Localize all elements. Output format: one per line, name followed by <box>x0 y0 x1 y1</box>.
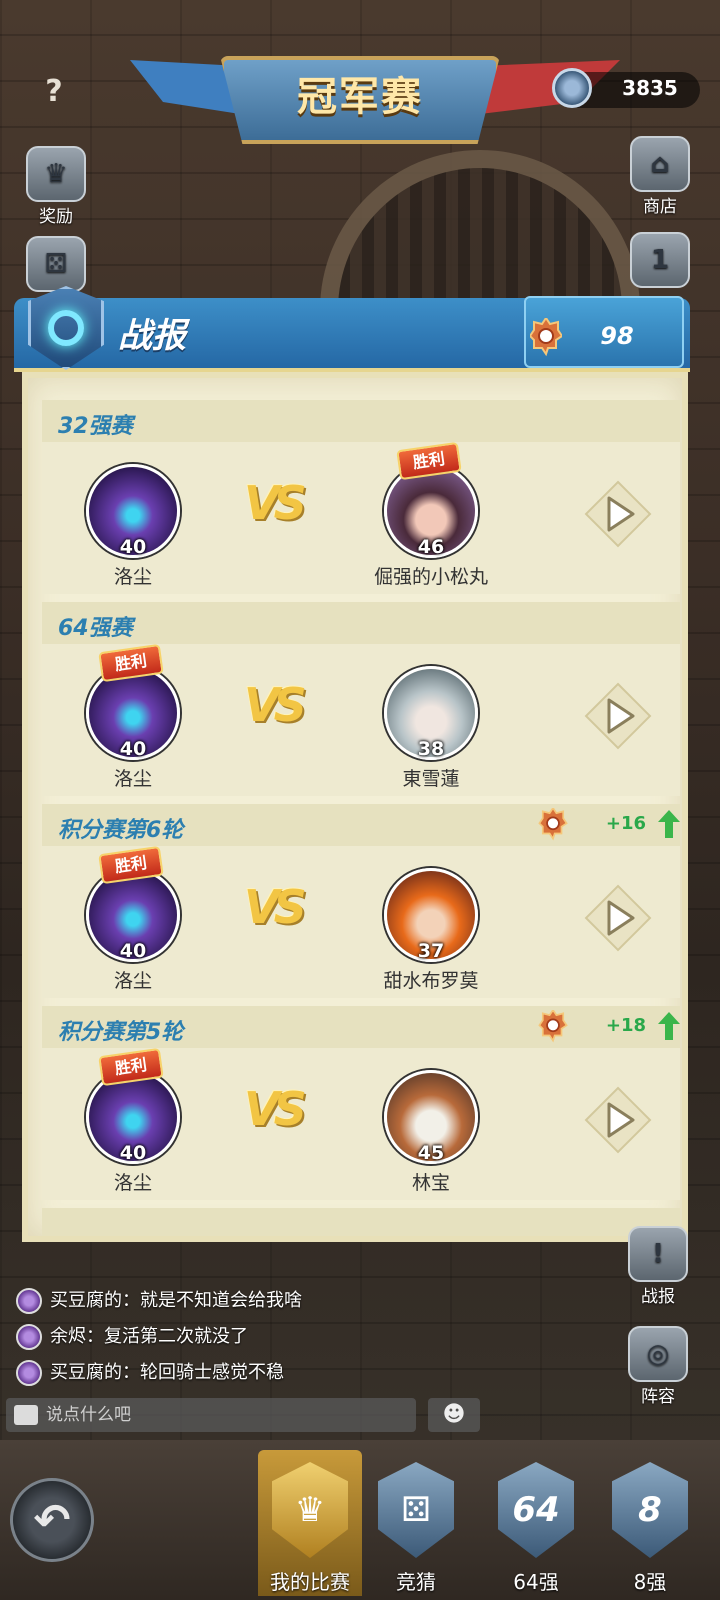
player-name: 洛尘 <box>113 1172 152 1194</box>
battle-report-list[interactable]: 32强赛 40 洛尘 VS 胜利 46 倔强的小松丸 64强赛 胜利 40 洛尘… <box>22 372 688 1242</box>
reward-crown-icon: ♛ <box>26 146 86 202</box>
page-title: 冠军赛 <box>297 74 423 120</box>
tab-top8[interactable]: 8 8强 <box>598 1450 702 1596</box>
medal-icon <box>538 1010 568 1043</box>
battle-report-button[interactable]: ! 战报 <box>618 1226 698 1307</box>
match-body: 40 洛尘 VS 胜利 46 倔强的小松丸 <box>42 441 680 594</box>
player-name: 洛尘 <box>113 768 152 790</box>
replay-play-icon[interactable] <box>584 1086 652 1154</box>
emoji-button[interactable]: ☻ <box>428 1398 480 1432</box>
match-body: 胜利 40 洛尘 VS 45 林宝 <box>42 1047 680 1200</box>
leaderboard-button[interactable]: 1 <box>622 232 698 288</box>
player-level: 40 <box>119 940 147 962</box>
chat-input[interactable]: 说点什么吧 <box>6 1398 416 1432</box>
opponent-name: 倔强的小松丸 <box>373 566 488 588</box>
match-body: 胜利 40 洛尘 VS 37 甜水布罗莫 <box>42 845 680 998</box>
vs-label: VS <box>244 1082 307 1136</box>
chat-avatar <box>16 1360 42 1386</box>
lineup-icon: ◎ <box>628 1326 688 1382</box>
lineup-label: 阵容 <box>641 1387 675 1407</box>
player-level: 40 <box>119 536 147 558</box>
tab-top64[interactable]: 64 64强 <box>484 1450 588 1596</box>
round-title: 64强赛 <box>58 616 133 641</box>
opponent-level: 46 <box>417 536 445 558</box>
panel-title: 战报 <box>118 316 186 356</box>
opponent-level: 38 <box>417 738 445 760</box>
chat-avatar <box>16 1324 42 1350</box>
shop-label: 商店 <box>643 197 677 217</box>
opponent-name: 林宝 <box>411 1172 450 1194</box>
chat-message: 买豆腐的：就是不知道会给我啥 <box>16 1286 302 1316</box>
match-card: 积分赛第5轮 +18 胜利 40 洛尘 VS 45 林宝 <box>42 1006 680 1202</box>
reward-button[interactable]: ♛ 奖励 <box>20 146 92 227</box>
tab-label: 竞猜 <box>396 1570 436 1594</box>
match-card-partial <box>42 1208 680 1236</box>
round-title: 32强赛 <box>58 414 133 439</box>
opponent-name: 甜水布罗莫 <box>383 970 479 992</box>
match-header: 64强赛 <box>42 602 680 644</box>
match-header: 积分赛第5轮 +18 <box>42 1006 680 1048</box>
player-name: 洛尘 <box>113 566 152 588</box>
tab-label: 我的比赛 <box>270 1570 350 1594</box>
top64-icon: 64 <box>498 1462 574 1558</box>
match-header <box>42 1208 680 1236</box>
vs-label: VS <box>244 678 307 732</box>
medal-icon <box>530 318 562 357</box>
chat-message: 余烬：复活第二次就没了 <box>16 1322 248 1352</box>
leaderboard-icon: 1 <box>630 232 690 288</box>
score-delta: +16 <box>605 813 646 834</box>
shop-icon: ⌂ <box>630 136 690 192</box>
chat-message: 买豆腐的：轮回骑士感觉不稳 <box>16 1358 284 1388</box>
tab-my-matches[interactable]: ♛ 我的比赛 <box>258 1450 362 1596</box>
coin-icon <box>552 68 592 108</box>
opponent-name: 東雪蓮 <box>402 768 460 790</box>
round-title: 积分赛第5轮 <box>58 1020 184 1045</box>
shop-button[interactable]: ⌂ 商店 <box>622 136 698 217</box>
score-value: 98 <box>600 322 634 350</box>
top8-icon: 8 <box>612 1462 688 1558</box>
opponent-level: 37 <box>417 940 445 962</box>
vs-label: VS <box>244 880 307 934</box>
player-level: 40 <box>119 1142 147 1164</box>
match-card: 64强赛 胜利 40 洛尘 VS 38 東雪蓮 <box>42 602 680 798</box>
match-body: 胜利 40 洛尘 VS 38 東雪蓮 <box>42 643 680 796</box>
match-header: 积分赛第6轮 +16 <box>42 804 680 846</box>
help-icon[interactable]: ? <box>34 72 74 112</box>
chat-bubble-icon <box>14 1405 38 1425</box>
tab-label: 64强 <box>513 1570 559 1594</box>
battle-report-icon: ! <box>628 1226 688 1282</box>
tab-label: 8强 <box>633 1570 667 1594</box>
tab-betting[interactable]: ⚄ 竞猜 <box>364 1450 468 1596</box>
score-delta: +18 <box>605 1015 646 1036</box>
chat-avatar <box>16 1288 42 1314</box>
match-card: 32强赛 40 洛尘 VS 胜利 46 倔强的小松丸 <box>42 400 680 596</box>
up-arrow-icon <box>658 1012 680 1040</box>
match-card: 积分赛第6轮 +16 胜利 40 洛尘 VS 37 甜水布罗莫 <box>42 804 680 1000</box>
smiley-icon: ☻ <box>442 1402 466 1427</box>
up-arrow-icon <box>658 810 680 838</box>
trophy-icon: ♛ <box>272 1462 348 1558</box>
back-arrow-icon[interactable]: ↶ <box>10 1478 94 1562</box>
match-header: 32强赛 <box>42 400 680 442</box>
dice-icon: ⚄ <box>378 1462 454 1558</box>
opponent-level: 45 <box>417 1142 445 1164</box>
replay-play-icon[interactable] <box>584 884 652 952</box>
round-title: 积分赛第6轮 <box>58 818 184 843</box>
battle-report-emblem-icon <box>20 276 112 376</box>
reward-label: 奖励 <box>39 207 73 227</box>
lineup-button[interactable]: ◎ 阵容 <box>618 1326 698 1407</box>
replay-play-icon[interactable] <box>584 682 652 750</box>
player-level: 40 <box>119 738 147 760</box>
coin-value: 3835 <box>622 76 678 100</box>
replay-play-icon[interactable] <box>584 480 652 548</box>
player-name: 洛尘 <box>113 970 152 992</box>
battle-report-label: 战报 <box>641 1287 675 1307</box>
vs-label: VS <box>244 476 307 530</box>
medal-icon <box>538 808 568 841</box>
